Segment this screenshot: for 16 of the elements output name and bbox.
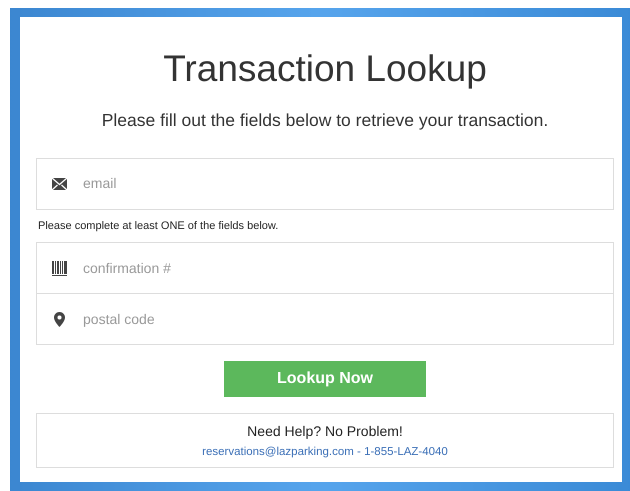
input-box[interactable]: postal code bbox=[36, 293, 614, 346]
phone-link[interactable]: 1-855-LAZ-4040 bbox=[364, 446, 448, 458]
envelope-icon bbox=[51, 178, 67, 190]
input-field[interactable]: email bbox=[83, 173, 599, 194]
input-box[interactable]: confirmation # bbox=[36, 242, 614, 294]
separator-text: - bbox=[357, 446, 361, 458]
hint-text: Please complete at least ONE of the fields below. bbox=[38, 218, 280, 234]
input-field[interactable]: postal code bbox=[83, 308, 599, 330]
help-heading: Need Help? No Problem! bbox=[246, 422, 404, 442]
instruction-text: Please fill out the fields below to retrieve your transaction. bbox=[100, 109, 550, 132]
email-link[interactable]: reservations@lazparking.com bbox=[202, 446, 354, 458]
map-pin-icon bbox=[51, 312, 67, 327]
barcode-icon bbox=[51, 260, 67, 276]
page-title: Transaction Lookup bbox=[162, 47, 488, 91]
input-box[interactable]: email bbox=[36, 158, 614, 210]
input-field[interactable]: confirmation # bbox=[83, 258, 599, 279]
